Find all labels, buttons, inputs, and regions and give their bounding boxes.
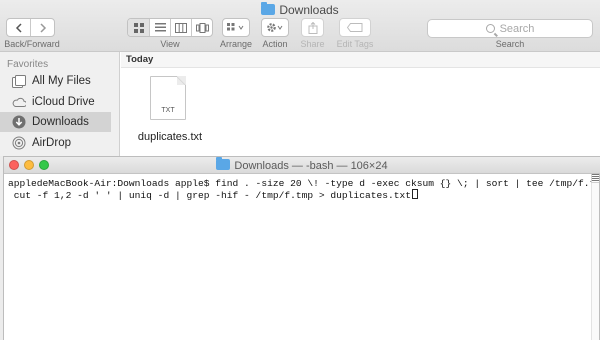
back-button[interactable] <box>7 19 31 36</box>
sidebar-item-airdrop[interactable]: AirDrop <box>0 133 119 153</box>
terminal-line: appledeMacBook-Air:Downloads apple$ find… <box>8 178 591 189</box>
finder-sidebar: Favorites All My Files iCloud Drive Down… <box>0 52 120 156</box>
tag-icon <box>347 23 363 32</box>
sidebar-item-label: AirDrop <box>32 137 71 149</box>
arrange-button[interactable] <box>222 18 250 37</box>
list-icon <box>154 23 166 32</box>
chevron-left-icon <box>15 22 22 33</box>
edit-tags-label: Edit Tags <box>336 39 374 49</box>
txt-file-icon[interactable]: TXT <box>150 76 186 120</box>
columns-icon <box>175 22 187 33</box>
gear-icon <box>267 23 283 32</box>
action-label: Action <box>262 39 288 49</box>
section-header-today: Today <box>121 52 600 68</box>
folder-icon <box>216 157 231 170</box>
sidebar-item-downloads[interactable]: Downloads <box>0 112 111 132</box>
text-cursor <box>412 189 419 199</box>
list-view-button[interactable] <box>150 19 171 36</box>
search-icon <box>485 24 495 33</box>
file-name[interactable]: duplicates.txt <box>127 131 213 143</box>
download-icon <box>12 115 26 129</box>
file-ext-label: TXT <box>161 107 175 114</box>
terminal-scrollbar[interactable] <box>591 183 599 340</box>
split-pane-icon[interactable] <box>591 174 599 183</box>
finder-toolbar: Downloads Back/Forward View Arrange Acti… <box>0 0 600 52</box>
finder-content: Today TXT duplicates.txt <box>121 52 600 156</box>
sidebar-item-icloud-drive[interactable]: iCloud Drive <box>0 92 119 112</box>
back-forward-control <box>6 18 55 37</box>
folder-icon <box>261 2 276 15</box>
arrange-label: Arrange <box>219 39 253 49</box>
finder-window: Downloads Back/Forward View Arrange Acti… <box>0 0 600 156</box>
sidebar-item-all-my-files[interactable]: All My Files <box>0 71 119 91</box>
icon-view-button[interactable] <box>128 19 150 36</box>
search-label: Search <box>495 39 525 49</box>
grid-icon <box>133 22 144 33</box>
forward-button[interactable] <box>31 19 54 36</box>
sidebar-item-label: All My Files <box>32 75 91 87</box>
terminal-titlebar: Downloads — -bash — 106×24 <box>4 157 600 174</box>
terminal-window-title: Downloads — -bash — 106×24 <box>4 157 600 172</box>
terminal-line: cut -f 1,2 -d ' ' | uniq -d | grep -hif … <box>8 189 591 201</box>
sidebar-item-label: Downloads <box>32 116 89 128</box>
sidebar-item-label: iCloud Drive <box>32 96 95 108</box>
sidebar-heading: Favorites <box>7 59 49 70</box>
terminal-output[interactable]: appledeMacBook-Air:Downloads apple$ find… <box>4 174 591 340</box>
arrange-icon <box>227 22 244 30</box>
terminal-window: Downloads — -bash — 106×24 appledeMacBoo… <box>3 156 600 340</box>
back-forward-label: Back/Forward <box>4 39 60 49</box>
share-icon <box>308 21 317 34</box>
airdrop-icon <box>12 136 26 150</box>
cloud-icon <box>12 95 26 109</box>
finder-window-title: Downloads <box>0 2 600 17</box>
view-label: View <box>160 39 180 49</box>
share-button[interactable] <box>301 18 324 37</box>
all-files-icon <box>12 74 26 88</box>
view-mode-control <box>127 18 213 37</box>
chevron-right-icon <box>39 22 46 33</box>
search-placeholder: Search <box>499 22 535 35</box>
share-label: Share <box>300 39 325 49</box>
cover-flow-button[interactable] <box>192 19 212 36</box>
column-view-button[interactable] <box>171 19 192 36</box>
action-button[interactable] <box>261 18 289 37</box>
cover-flow-icon <box>195 22 209 33</box>
edit-tags-button[interactable] <box>339 18 371 37</box>
search-input[interactable]: Search <box>427 19 593 38</box>
